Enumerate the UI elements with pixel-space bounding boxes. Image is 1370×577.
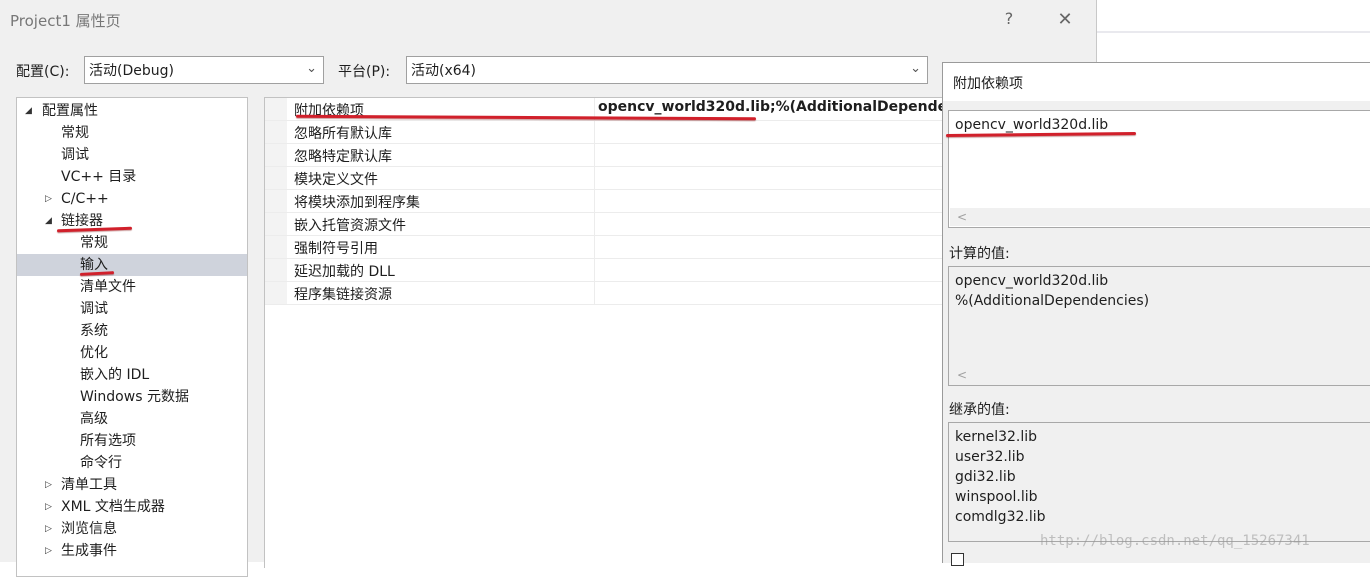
expanded-arrow-icon: ◢ <box>25 106 32 116</box>
grid-gutter <box>265 282 287 304</box>
collapsed-arrow-icon: ▷ <box>45 524 52 534</box>
scroll-left-icon[interactable]: < <box>957 366 967 384</box>
tree-item-embedded-idl[interactable]: 嵌入的 IDL <box>17 364 247 386</box>
grid-column-separator <box>594 121 595 143</box>
tree-item-cpp[interactable]: ▷ C/C++ <box>17 188 247 210</box>
grid-row-name: 忽略特定默认库 <box>294 149 392 165</box>
tree-item-optimization[interactable]: 优化 <box>17 342 247 364</box>
computed-values-label: 计算的值: <box>949 246 1010 262</box>
grid-row-name: 模块定义文件 <box>294 172 378 188</box>
grid-row-name: 强制符号引用 <box>294 241 378 257</box>
watermark-text: http://blog.csdn.net/qq_15267341 <box>1040 533 1310 549</box>
inherited-value-line: comdlg32.lib <box>955 509 1046 525</box>
inherited-value-line: kernel32.lib <box>955 429 1038 445</box>
tree-item-browse-info[interactable]: ▷ 浏览信息 <box>17 518 247 540</box>
window-title: Project1 属性页 <box>10 12 121 30</box>
config-dropdown-value: 活动(Debug) <box>89 63 174 79</box>
grid-row-name: 嵌入托管资源文件 <box>294 218 406 234</box>
help-button[interactable]: ? <box>998 8 1020 30</box>
horizontal-scrollbar[interactable]: < <box>950 208 1370 226</box>
grid-gutter <box>265 190 287 212</box>
tree-item-system[interactable]: 系统 <box>17 320 247 342</box>
grid-column-separator <box>594 167 595 189</box>
tree-item-linker-input[interactable]: 输入 <box>17 254 247 276</box>
tree-item-debugging[interactable]: 调试 <box>17 144 247 166</box>
tree-item-command-line[interactable]: 命令行 <box>17 452 247 474</box>
grid-column-separator <box>594 282 595 304</box>
grid-gutter <box>265 98 287 120</box>
grid-row-name: 程序集链接资源 <box>294 287 392 303</box>
inherited-values-box: kernel32.lib user32.lib gdi32.lib winspo… <box>948 422 1370 542</box>
config-label: 配置(C): <box>16 64 70 80</box>
close-button[interactable]: ✕ <box>1053 8 1077 32</box>
grid-row-name: 将模块添加到程序集 <box>294 195 420 211</box>
scroll-left-icon[interactable]: < <box>957 208 967 226</box>
grid-column-separator <box>594 236 595 258</box>
property-pages-window: Project1 属性页 ? ✕ 配置(C): 活动(Debug) ⌄ 平台(P… <box>0 0 1097 577</box>
background-divider <box>1096 31 1370 33</box>
inherited-value-line: user32.lib <box>955 449 1025 465</box>
tree-item-xml-doc-generator[interactable]: ▷ XML 文档生成器 <box>17 496 247 518</box>
grid-gutter <box>265 213 287 235</box>
inherited-values-label: 继承的值: <box>949 402 1010 418</box>
additional-dependencies-dialog: 附加依赖项 opencv_world320d.lib < 计算的值: openc… <box>942 62 1370 566</box>
collapsed-arrow-icon: ▷ <box>45 194 52 204</box>
tree-item-general[interactable]: 常规 <box>17 122 247 144</box>
platform-dropdown-value: 活动(x64) <box>411 63 477 79</box>
tree-item-config-properties[interactable]: ◢ 配置属性 <box>17 100 247 122</box>
inherited-value-line: gdi32.lib <box>955 469 1016 485</box>
config-dropdown[interactable]: 活动(Debug) ⌄ <box>84 56 324 84</box>
collapsed-arrow-icon: ▷ <box>45 546 52 556</box>
tree-item-advanced[interactable]: 高级 <box>17 408 247 430</box>
tree-item-linker-debugging[interactable]: 调试 <box>17 298 247 320</box>
title-bar: Project1 属性页 ? ✕ <box>0 0 1096 40</box>
computed-value-line: %(AdditionalDependencies) <box>955 293 1150 309</box>
expanded-arrow-icon: ◢ <box>45 216 52 226</box>
dialog-title: 附加依赖项 <box>953 76 1023 92</box>
tree-item-vc-directories[interactable]: VC++ 目录 <box>17 166 247 188</box>
horizontal-scrollbar[interactable]: < <box>950 366 1370 384</box>
tree-item-build-events[interactable]: ▷ 生成事件 <box>17 540 247 562</box>
grid-gutter <box>265 167 287 189</box>
dependencies-edit-box[interactable]: opencv_world320d.lib < <box>948 110 1370 228</box>
tree-item-linker[interactable]: ◢ 链接器 <box>17 210 247 232</box>
tree-item-windows-metadata[interactable]: Windows 元数据 <box>17 386 247 408</box>
dialog-title-bar: 附加依赖项 <box>943 63 1370 101</box>
collapsed-arrow-icon: ▷ <box>45 502 52 512</box>
grid-gutter <box>265 259 287 281</box>
grid-column-separator <box>594 190 595 212</box>
grid-gutter <box>265 121 287 143</box>
grid-column-separator <box>594 144 595 166</box>
grid-row-name: 忽略所有默认库 <box>294 126 392 142</box>
platform-dropdown[interactable]: 活动(x64) ⌄ <box>406 56 928 84</box>
chevron-down-icon: ⌄ <box>306 61 317 76</box>
inherit-checkbox[interactable] <box>951 553 964 566</box>
grid-column-separator <box>594 213 595 235</box>
tree-item-manifest-tool[interactable]: ▷ 清单工具 <box>17 474 247 496</box>
tree-item-linker-general[interactable]: 常规 <box>17 232 247 254</box>
platform-label: 平台(P): <box>338 64 391 80</box>
tree-item-manifest-file[interactable]: 清单文件 <box>17 276 247 298</box>
collapsed-arrow-icon: ▷ <box>45 480 52 490</box>
computed-value-line: opencv_world320d.lib <box>955 273 1109 289</box>
tree-item-all-options[interactable]: 所有选项 <box>17 430 247 452</box>
chevron-down-icon: ⌄ <box>910 61 921 76</box>
grid-gutter <box>265 236 287 258</box>
grid-row-name: 延迟加载的 DLL <box>294 264 395 280</box>
property-tree: ◢ 配置属性 常规 调试 VC++ 目录 ▷ C/C++ ◢ 链接器 常规 输入… <box>16 97 248 577</box>
computed-values-box: opencv_world320d.lib %(AdditionalDepende… <box>948 266 1370 386</box>
grid-column-separator <box>594 259 595 281</box>
inherited-value-line: winspool.lib <box>955 489 1038 505</box>
grid-gutter <box>265 144 287 166</box>
